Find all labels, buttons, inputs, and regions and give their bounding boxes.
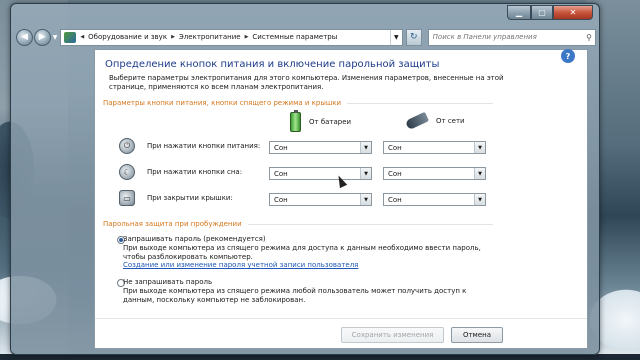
- refresh-button[interactable]: ↻: [405, 28, 422, 46]
- chevron-down-icon[interactable]: ▼: [474, 194, 485, 205]
- battery-column-label: От батареи: [309, 118, 352, 126]
- laptop-lid-icon: ▭: [119, 190, 135, 206]
- battery-icon: [290, 110, 301, 132]
- no-password-description: При выходе компьютера из спящего режима …: [123, 287, 467, 304]
- chevron-down-icon[interactable]: ▼: [360, 168, 371, 179]
- power-plug-icon: [404, 111, 430, 131]
- address-bar[interactable]: ◀ Оборудование и звук ▶ Электропитание ▶…: [60, 28, 403, 46]
- chevron-down-icon[interactable]: ▼: [474, 142, 485, 153]
- search-input[interactable]: [432, 33, 583, 41]
- setting-row-sleep-button: ☾ При нажатии кнопки сна:: [119, 164, 242, 180]
- chevron-right-icon[interactable]: ▶: [245, 34, 249, 40]
- lid-close-ac-select[interactable]: Сон ▼: [383, 193, 486, 206]
- select-value: Сон: [388, 195, 402, 204]
- forward-button[interactable]: ▶: [33, 28, 51, 46]
- recent-pages-dropdown[interactable]: ▼: [53, 34, 58, 41]
- chevron-down-icon[interactable]: ▼: [474, 168, 485, 179]
- sleep-button-icon: ☾: [119, 164, 135, 180]
- password-section-title: Парольная защита при пробуждении: [103, 220, 242, 228]
- setting-row-lid-close: ▭ При закрытии крышки:: [119, 190, 233, 206]
- cancel-button[interactable]: Отмена: [451, 327, 503, 343]
- sleep-button-battery-select[interactable]: Сон ▼: [269, 167, 372, 180]
- ac-column-header: От сети: [404, 111, 465, 131]
- battery-column-header: От батареи: [290, 110, 352, 132]
- maximize-button[interactable]: ▢: [531, 5, 553, 20]
- power-button-icon: ⏻: [119, 138, 135, 154]
- no-password-label[interactable]: Не запрашивать пароль: [123, 278, 212, 286]
- window-caption-buttons: ▁ ▢ ✕: [507, 5, 593, 20]
- require-password-description: При выходе компьютера из спящего режима …: [123, 244, 481, 261]
- setting-row-power-button: ⏻ При нажатии кнопки питания:: [119, 138, 260, 154]
- address-dropdown-icon[interactable]: ▼: [389, 29, 402, 45]
- row-label: При нажатии кнопки питания:: [147, 142, 261, 150]
- require-password-label[interactable]: Запрашивать пароль (рекомендуется): [123, 235, 266, 243]
- breadcrumb-hardware-sound[interactable]: Оборудование и звук: [88, 33, 167, 41]
- section-divider: [247, 223, 493, 225]
- navigation-bar: ◀ ▶ ▼ ◀ Оборудование и звук ▶ Электропит…: [16, 26, 596, 48]
- close-button[interactable]: ✕: [553, 5, 593, 20]
- chevron-right-icon[interactable]: ▶: [171, 34, 175, 40]
- password-section-heading: Парольная защита при пробуждении: [103, 220, 493, 228]
- buttons-section-title: Параметры кнопки питания, кнопки спящего…: [103, 99, 342, 107]
- change-password-link[interactable]: Создание или изменение пароля учетной за…: [123, 261, 483, 270]
- buttons-section-heading: Параметры кнопки питания, кнопки спящего…: [103, 99, 493, 107]
- power-button-battery-select[interactable]: Сон ▼: [269, 141, 372, 154]
- section-divider: [347, 102, 493, 104]
- control-panel-icon: [64, 31, 77, 43]
- footer-divider: [95, 318, 587, 319]
- save-changes-button[interactable]: Сохранить изменения: [341, 327, 444, 343]
- search-box: ⚲: [427, 28, 596, 46]
- back-button[interactable]: ◀: [16, 28, 33, 46]
- page-intro-text: Выберите параметры электропитания для эт…: [109, 74, 504, 91]
- select-value: Сон: [274, 143, 288, 152]
- row-label: При нажатии кнопки сна:: [147, 168, 243, 176]
- select-value: Сон: [388, 169, 402, 178]
- page-title: Определение кнопок питания и включение п…: [105, 59, 440, 70]
- select-value: Сон: [274, 169, 288, 178]
- chevron-right-icon[interactable]: ◀: [80, 34, 84, 40]
- row-label: При закрытии крышки:: [147, 194, 233, 202]
- breadcrumb-system-settings[interactable]: Системные параметры: [252, 33, 337, 41]
- search-icon[interactable]: ⚲: [586, 33, 592, 42]
- main-content: Определение кнопок питания и включение п…: [94, 49, 588, 349]
- chevron-down-icon[interactable]: ▼: [360, 194, 371, 205]
- power-button-ac-select[interactable]: Сон ▼: [383, 141, 486, 154]
- lid-close-battery-select[interactable]: Сон ▼: [269, 193, 372, 206]
- help-icon[interactable]: ?: [561, 49, 575, 63]
- select-value: Сон: [274, 195, 288, 204]
- select-value: Сон: [388, 143, 402, 152]
- sleep-button-ac-select[interactable]: Сон ▼: [383, 167, 486, 180]
- breadcrumb: Оборудование и звук ▶ Электропитание ▶ С…: [88, 33, 337, 41]
- minimize-button[interactable]: ▁: [507, 5, 531, 20]
- ac-column-label: От сети: [436, 117, 465, 125]
- chevron-down-icon[interactable]: ▼: [360, 142, 371, 153]
- breadcrumb-power-options[interactable]: Электропитание: [179, 33, 241, 41]
